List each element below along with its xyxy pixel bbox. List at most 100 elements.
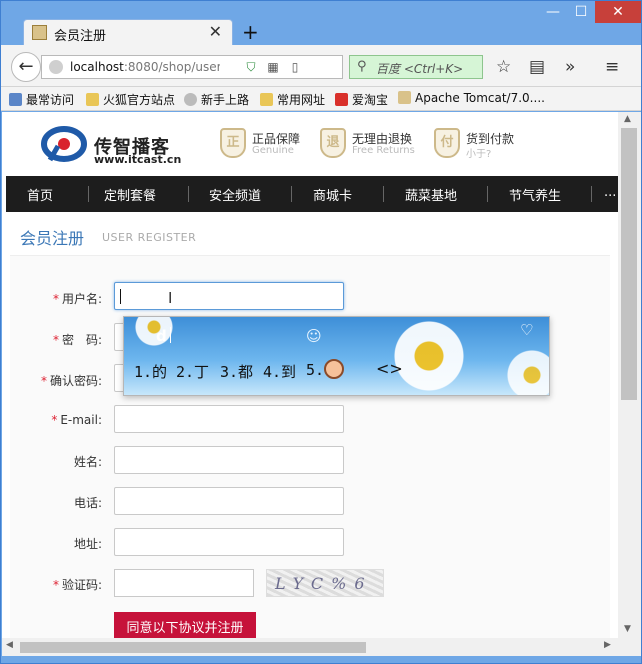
- browser-tab[interactable]: 会员注册 ✕: [23, 19, 233, 45]
- search-box[interactable]: ⚲ 百度 <Ctrl+K>: [349, 55, 483, 79]
- ime-candidate-1[interactable]: 1.的: [134, 361, 167, 382]
- nav-item-mall-card[interactable]: 商城卡: [313, 185, 352, 204]
- horizontal-scrollbar[interactable]: ◀ ▶: [2, 638, 618, 656]
- nav-divider: [591, 186, 592, 202]
- ime-candidate-3[interactable]: 3.都: [220, 361, 253, 382]
- promo-subtitle: 小于?: [466, 149, 492, 160]
- new-tab-button[interactable]: +: [242, 20, 259, 44]
- navigation-toolbar: ← localhost:8080/shop/user ⛉ ▦ ▯ ↻ ⚲ 百度 …: [1, 45, 641, 87]
- username-label: * 用户名:: [12, 290, 102, 307]
- back-button[interactable]: ←: [11, 52, 41, 82]
- minimize-button[interactable]: —: [539, 1, 567, 23]
- captcha-code: LYC%6: [275, 574, 373, 593]
- register-submit-button[interactable]: 同意以下协议并注册: [114, 612, 256, 638]
- nav-item-more[interactable]: ...: [604, 185, 616, 200]
- main-navigation: 首页 定制套餐 安全频道 商城卡 蔬菜基地 节气养生 ...: [6, 176, 618, 212]
- shield-icon[interactable]: ⛉: [244, 60, 258, 74]
- nav-divider: [487, 186, 488, 202]
- promo-genuine: 正 正品保障 Genuine: [220, 128, 320, 162]
- bookmarks-menu-icon[interactable]: ▤: [529, 57, 545, 77]
- vertical-scroll-thumb[interactable]: [621, 128, 637, 400]
- nav-item-home[interactable]: 首页: [27, 185, 53, 204]
- scroll-left-arrow-icon[interactable]: ◀: [6, 640, 13, 650]
- close-window-button[interactable]: ✕: [595, 1, 641, 23]
- nav-item-health[interactable]: 节气养生: [509, 185, 561, 204]
- phone-input[interactable]: [114, 487, 344, 515]
- promo-free-returns: 退 无理由退换 Free Returns: [320, 128, 430, 162]
- bookmark-label: 爱淘宝: [352, 93, 389, 107]
- horizontal-scroll-thumb[interactable]: [20, 642, 366, 653]
- url-text: localhost:8080/shop/user: [70, 60, 220, 74]
- ime-composition-text: d: [156, 327, 167, 345]
- label-text: E-mail:: [60, 413, 102, 427]
- bookmark-star-icon[interactable]: ☆: [496, 57, 511, 77]
- hamburger-menu-icon[interactable]: ≡: [605, 57, 619, 77]
- scroll-down-arrow-icon[interactable]: ▼: [624, 624, 631, 634]
- tab-close-icon[interactable]: ✕: [209, 22, 222, 41]
- label-text: 确认密码:: [49, 374, 102, 388]
- scroll-up-arrow-icon[interactable]: ▲: [624, 114, 631, 124]
- promo-subtitle: Genuine: [252, 145, 294, 156]
- page-title: 会员注册: [20, 229, 85, 248]
- emoji-person-icon[interactable]: [324, 359, 344, 379]
- bookmark-tomcat[interactable]: Apache Tomcat/7.0....: [398, 91, 545, 107]
- bookmark-most-visited[interactable]: 最常访问: [9, 91, 74, 107]
- text-caret: [120, 289, 121, 304]
- required-marker: *: [51, 413, 58, 427]
- nav-divider: [383, 186, 384, 202]
- bookmark-label: 最常访问: [26, 93, 75, 107]
- search-icon: ⚲: [357, 59, 367, 74]
- ime-candidate-4[interactable]: 4.到: [263, 361, 296, 382]
- nav-item-packages[interactable]: 定制套餐: [104, 185, 156, 204]
- promo-subtitle: Free Returns: [352, 145, 415, 156]
- bookmark-getting-started[interactable]: 新手上路: [184, 91, 249, 107]
- url-bar[interactable]: localhost:8080/shop/user ⛉ ▦ ▯ ↻: [41, 55, 366, 79]
- bookmark-label: Apache Tomcat/7.0....: [415, 91, 545, 105]
- required-marker: *: [40, 374, 47, 388]
- ime-candidate-2[interactable]: 2.丁: [176, 361, 209, 382]
- mouse-ibeam-cursor-icon: I: [168, 289, 173, 307]
- nav-item-security[interactable]: 安全频道: [209, 185, 261, 204]
- email-input[interactable]: [114, 405, 344, 433]
- reader-view-icon[interactable]: ▯: [288, 60, 302, 74]
- bookmark-firefox-site[interactable]: 火狐官方站点: [86, 91, 175, 107]
- vertical-scrollbar[interactable]: ▲ ▼: [618, 112, 641, 638]
- bookmark-label: 新手上路: [201, 93, 250, 107]
- required-marker: *: [52, 333, 59, 347]
- password-label: * 密 码:: [12, 331, 102, 348]
- maximize-button[interactable]: ☐: [567, 1, 595, 23]
- smiley-icon[interactable]: ☺: [306, 327, 322, 345]
- address-input[interactable]: [114, 528, 344, 556]
- ime-candidate-5[interactable]: 5.: [306, 361, 324, 379]
- label-text: 验证码:: [61, 578, 102, 592]
- email-label: * E-mail:: [12, 413, 102, 427]
- taobao-icon: [335, 93, 348, 106]
- returns-badge-icon: 退: [320, 128, 346, 158]
- captcha-input[interactable]: [114, 569, 254, 597]
- captcha-image[interactable]: LYC%6: [266, 569, 384, 597]
- bookmark-taobao[interactable]: 爱淘宝: [335, 91, 388, 107]
- confirm-password-label: * 确认密码:: [12, 372, 102, 389]
- bookmark-label: 常用网址: [277, 93, 326, 107]
- name-input[interactable]: [114, 446, 344, 474]
- nav-divider: [88, 186, 89, 202]
- tomcat-icon: [398, 91, 411, 104]
- overflow-chevron-icon[interactable]: »: [565, 57, 575, 77]
- phone-label: 电话:: [73, 496, 102, 510]
- tomcat-favicon-icon: [32, 25, 47, 40]
- promo-cash-on-delivery: 付 货到付款 小于?: [434, 128, 534, 162]
- most-visited-icon: [9, 93, 22, 106]
- bookmark-label: 火狐官方站点: [103, 93, 176, 107]
- scroll-right-arrow-icon[interactable]: ▶: [604, 640, 611, 650]
- nav-item-vegetables[interactable]: 蔬菜基地: [405, 185, 457, 204]
- address-label: 地址:: [73, 537, 102, 551]
- ime-page-arrows[interactable]: <>: [376, 359, 403, 378]
- ime-caret: [170, 327, 171, 343]
- username-input[interactable]: [114, 282, 344, 310]
- bookmark-common-sites[interactable]: 常用网址: [260, 91, 325, 107]
- itcast-logo-icon: [41, 126, 87, 162]
- heart-icon: ♡: [520, 321, 534, 339]
- qr-code-icon[interactable]: ▦: [266, 60, 280, 74]
- captcha-label: * 验证码:: [12, 576, 102, 593]
- url-host: localhost: [70, 60, 124, 74]
